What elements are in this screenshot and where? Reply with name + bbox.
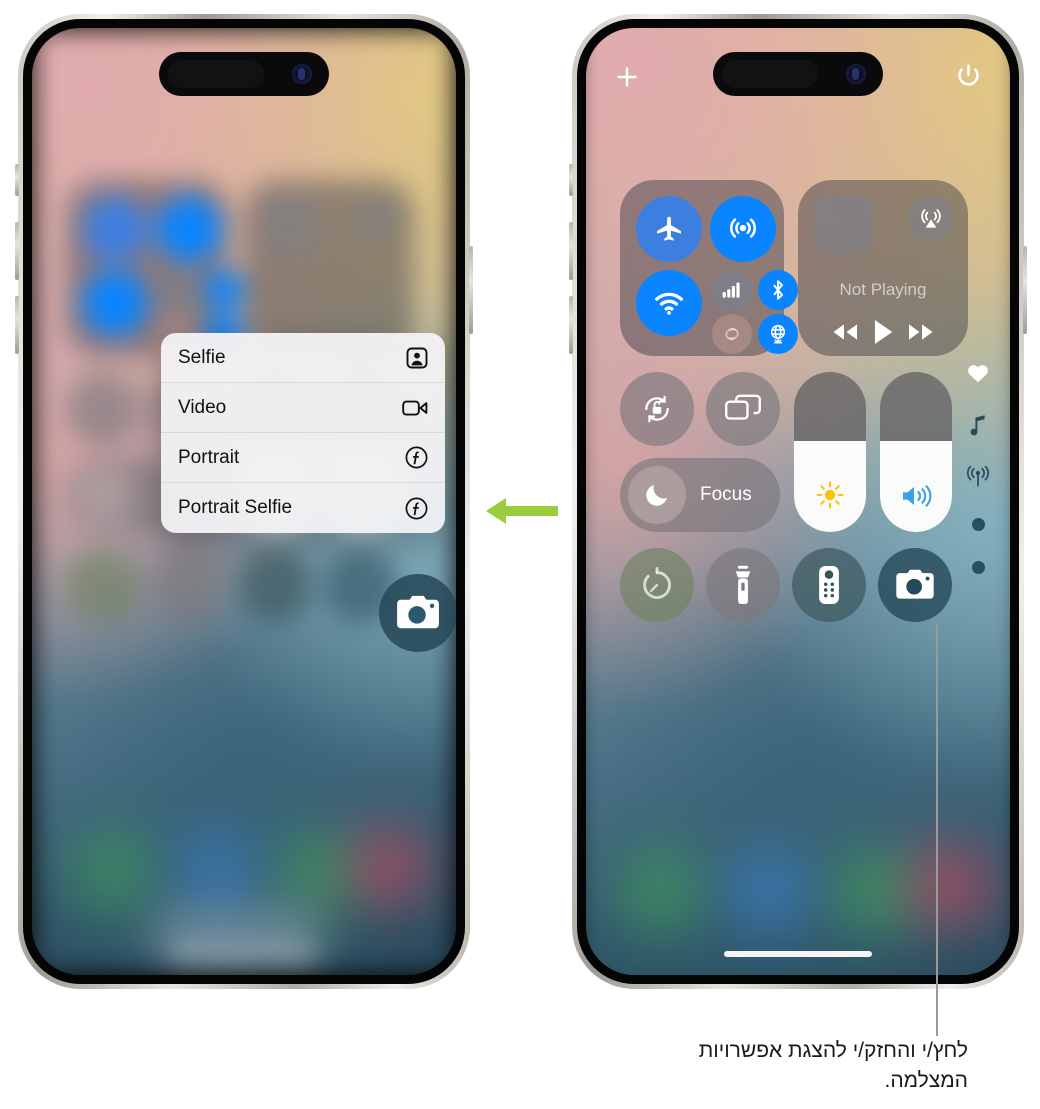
cellular-data-toggle[interactable] [712,270,752,310]
bluetooth-icon [773,280,783,300]
power-side-button[interactable] [1023,246,1027,334]
flashlight-button[interactable] [706,548,780,622]
rewind-icon[interactable] [830,321,860,343]
airdrop-icon [730,218,756,238]
mute-switch[interactable] [569,164,573,196]
airplay-button[interactable] [908,196,954,242]
airplay-audio-icon [921,209,941,228]
screenshot-root: Selfie Video Portrait Portrait Selfie No… [0,0,1040,1109]
menu-item-portrait[interactable]: Portrait [161,433,445,483]
connectivity-module [620,180,798,356]
media-transport-controls [798,318,968,346]
camera-button[interactable] [878,548,952,622]
camera-icon [397,595,439,629]
selfie-icon [406,347,428,368]
menu-item-label: Selfie [178,346,226,368]
volume-slider[interactable] [880,372,952,532]
focus-knob [628,466,686,524]
volume-down-button[interactable] [15,296,19,354]
portrait-f-icon [405,446,428,469]
page-dot[interactable] [971,561,985,574]
camera-control-highlighted[interactable] [379,574,456,652]
caption-text: לחץ/י והחזק/י להצגת אפשרויות המצלמה. [698,1039,968,1092]
menu-item-portrait-selfie[interactable]: Portrait Selfie [161,483,445,533]
airplane-icon [657,216,681,241]
airplane-mode-toggle[interactable] [636,196,702,262]
control-center-top-bar [586,64,1010,94]
right-phone-frame: Not Playing Focus [569,14,1027,989]
left-phone-screen: Selfie Video Portrait Portrait Selfie [32,28,456,975]
sun-icon [816,481,844,509]
volume-down-button[interactable] [569,296,573,354]
screen-mirroring-icon [725,394,761,420]
menu-item-label: Portrait Selfie [178,497,293,518]
callout-line [936,624,938,1036]
menu-item-label: Video [178,396,227,418]
moon-icon [646,485,667,506]
camera-context-menu: Selfie Video Portrait Portrait Selfie [161,333,445,533]
rotation-lock-toggle[interactable] [620,372,694,446]
menu-item-video[interactable]: Video [161,383,445,433]
bluetooth-toggle[interactable] [758,270,798,310]
plus-icon [617,67,637,87]
vpn-toggle[interactable] [758,314,798,354]
mute-switch[interactable] [15,164,19,196]
cellular-bars-icon [722,282,740,298]
volume-up-button[interactable] [569,222,573,280]
wifi-toggle[interactable] [636,270,702,336]
add-control-button[interactable] [614,64,640,95]
volume-up-button[interactable] [15,222,19,280]
right-phone-screen: Not Playing Focus [586,28,1010,975]
page-dot[interactable] [971,518,985,531]
play-icon[interactable] [871,318,895,346]
hotspot-icon [725,327,739,341]
control-center: Not Playing Focus [586,28,1010,975]
album-artwork [814,196,872,254]
menu-item-label: Portrait [178,446,240,468]
wifi-icon [655,292,683,315]
music-note-icon[interactable] [968,414,988,436]
camera-icon [896,569,934,599]
video-camera-icon [402,400,428,416]
airdrop-toggle[interactable] [710,196,776,262]
power-button[interactable] [955,62,982,94]
personal-hotspot-toggle[interactable] [712,314,752,354]
brightness-slider[interactable] [794,372,866,532]
flashlight-icon [735,565,751,605]
screen-mirroring-toggle[interactable] [706,372,780,446]
tv-remote-icon [819,565,839,605]
focus-toggle[interactable]: Focus [620,458,780,532]
menu-item-selfie[interactable]: Selfie [161,333,445,383]
timer-button[interactable] [620,548,694,622]
fast-forward-icon[interactable] [906,321,936,343]
speaker-icon [903,485,932,507]
apple-tv-remote-button[interactable] [792,548,866,622]
power-icon [958,64,979,86]
focus-label: Focus [700,484,752,505]
left-phone-frame: Selfie Video Portrait Portrait Selfie [15,14,473,989]
timer-icon [643,566,671,599]
rotation-lock-icon [645,395,669,423]
home-indicator[interactable] [724,951,872,957]
left-arrow-icon [486,498,558,524]
dynamic-island [159,52,329,96]
portrait-f-icon [405,497,428,519]
power-side-button[interactable] [469,246,473,334]
now-playing-module: Not Playing [798,180,968,356]
page-indicators [966,362,990,574]
now-playing-status: Not Playing [839,280,927,299]
antenna-icon[interactable] [966,466,990,488]
heart-icon[interactable] [966,362,990,384]
vpn-globe-icon [770,324,786,344]
